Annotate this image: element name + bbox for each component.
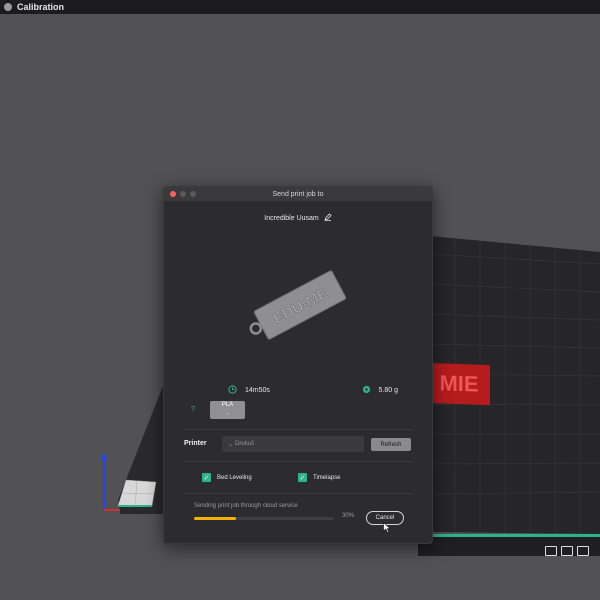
filament-slot[interactable]: PLA - <box>210 401 245 419</box>
upload-progress-fill <box>194 517 236 520</box>
divider <box>182 493 414 494</box>
plate-accent-stripe <box>418 534 600 537</box>
model-on-plate[interactable]: MIE <box>428 362 490 406</box>
job-name: Incredible Uusam <box>264 214 319 222</box>
printer-label: Printer <box>184 440 207 447</box>
app-title-bar: Calibration <box>0 0 600 14</box>
minimize-button[interactable] <box>180 191 186 197</box>
print-stats: 14m50s 5.80 g <box>228 385 398 396</box>
divider <box>182 429 414 430</box>
help-icon[interactable]: ? <box>189 405 197 413</box>
cube-icon[interactable] <box>545 546 557 556</box>
progress-percent: 30% <box>342 513 355 519</box>
zoom-button[interactable] <box>190 191 196 197</box>
bed-leveling-checkbox[interactable]: ✓ <box>202 473 211 482</box>
divider <box>182 461 414 462</box>
pencil-icon[interactable] <box>323 213 332 223</box>
trash-icon[interactable] <box>577 546 589 556</box>
dialog-title: Send print job to <box>272 190 324 198</box>
print-time-value: 14m50s <box>245 387 270 394</box>
job-name-row: Incredible Uusam <box>164 213 432 223</box>
screen-icon[interactable] <box>561 546 573 556</box>
send-print-dialog: Send print job to Incredible Uusam EDU-M… <box>163 186 433 544</box>
weight-icon <box>362 385 371 396</box>
printer-value: Drukuš <box>235 441 255 447</box>
mouse-pointer-icon <box>383 520 391 538</box>
close-button[interactable] <box>170 191 176 197</box>
plate-toolbar <box>545 546 589 556</box>
bed-leveling-label: Bed Leveling <box>217 474 252 481</box>
timelapse-label: Timelapse <box>313 474 341 481</box>
filament-weight: 5.80 g <box>362 385 398 396</box>
timelapse-checkbox[interactable]: ✓ <box>298 473 307 482</box>
view-cube[interactable] <box>112 474 160 510</box>
filament-material: PLA <box>221 402 234 408</box>
filament-slot-label: - <box>226 411 229 417</box>
refresh-button[interactable]: Refresh <box>371 438 411 451</box>
upload-progress-bar <box>194 517 334 520</box>
bed-leveling-option[interactable]: ✓ Bed Leveling <box>202 473 252 482</box>
window-title: Calibration <box>17 2 65 12</box>
weight-value: 5.80 g <box>378 387 398 394</box>
print-time: 14m50s <box>228 385 270 396</box>
dialog-title-bar: Send print job to <box>164 187 432 201</box>
printer-select[interactable]: ⌄ Drukuš <box>222 436 364 452</box>
app-icon <box>4 3 12 11</box>
upload-status: Sending print job through cloud service <box>194 503 298 509</box>
window-controls <box>170 191 196 197</box>
timelapse-option[interactable]: ✓ Timelapse <box>298 473 340 482</box>
model-preview: EDU-ME <box>238 257 362 353</box>
clock-icon <box>228 385 237 396</box>
chevron-down-icon: ⌄ <box>228 441 234 448</box>
